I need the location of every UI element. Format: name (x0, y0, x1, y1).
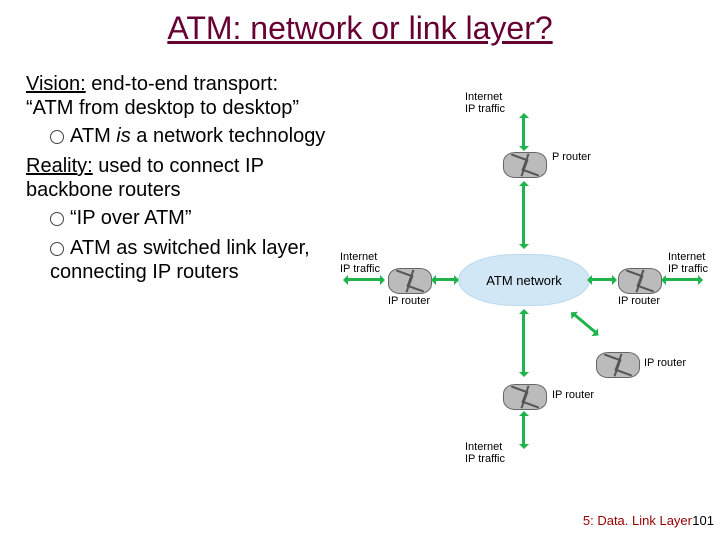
arrow-icon (522, 184, 525, 246)
arrow-icon (522, 116, 525, 148)
reality-line: Reality: used to connect IP backbone rou… (26, 154, 326, 202)
bullet-icon (50, 130, 64, 144)
label-internet-ip-right: Internet IP traffic (668, 252, 708, 275)
figure: ATM network P router Internet IP traffic… (340, 84, 710, 454)
arrow-icon (522, 414, 525, 446)
page-number: 101 (692, 513, 714, 528)
arrow-icon (346, 278, 382, 281)
arrow-icon (664, 278, 700, 281)
vision-line: Vision: end-to-end transport: “ATM from … (26, 72, 326, 120)
label-internet-ip-top: Internet IP traffic (465, 92, 505, 115)
body-text: Vision: end-to-end transport: “ATM from … (26, 72, 326, 290)
slide-title: ATM: network or link layer? (40, 10, 680, 47)
vision-sub-rest: a network technology (131, 125, 326, 147)
reality-lead: Reality: (26, 155, 93, 177)
bullet-icon (50, 242, 64, 256)
arrow-icon (573, 313, 598, 335)
label-ip-router-right: IP router (618, 296, 660, 308)
reality-sub1-text: “IP over ATM” (70, 207, 192, 229)
arrow-icon (590, 278, 614, 281)
slide: ATM: network or link layer? Vision: end-… (0, 0, 720, 540)
label-ip-router-left: IP router (388, 296, 430, 308)
arrow-icon (434, 278, 456, 281)
reality-sub1: “IP over ATM” (50, 206, 326, 230)
bullet-icon (50, 212, 64, 226)
footer-text: 5: Data. Link Layer (583, 513, 692, 528)
router-icon (596, 352, 640, 378)
vision-sub-italic: is (116, 125, 130, 147)
label-ip-router-br: IP router (644, 358, 686, 370)
label-ip-router-bottom: IP router (552, 390, 594, 402)
vision-sub-a: ATM (70, 125, 116, 147)
atm-network-cloud: ATM network (458, 254, 590, 306)
label-p-router-top: P router (552, 152, 591, 164)
arrow-icon (522, 312, 525, 374)
label-internet-ip-left: Internet IP traffic (340, 252, 380, 275)
label-internet-ip-bottom: Internet IP traffic (465, 442, 505, 465)
reality-sub2-text: ATM as switched link layer, connecting I… (50, 237, 310, 283)
vision-lead: Vision: (26, 73, 86, 95)
reality-sub2: ATM as switched link layer, connecting I… (50, 236, 326, 284)
vision-sub: ATM is a network technology (50, 124, 326, 148)
